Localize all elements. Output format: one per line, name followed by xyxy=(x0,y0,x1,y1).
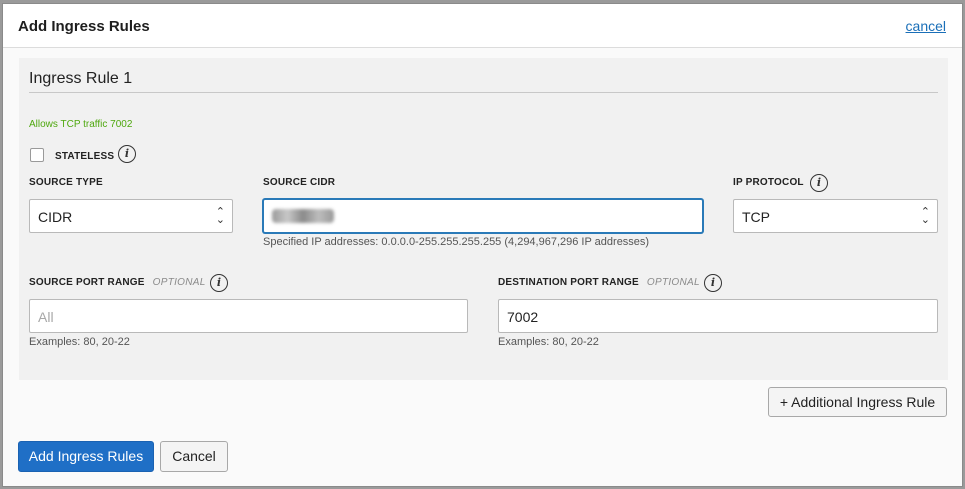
chevron-up-down-icon: ⌃ ⌄ xyxy=(215,206,225,226)
cancel-button[interactable]: Cancel xyxy=(160,441,228,472)
source-port-range-label-text: SOURCE PORT RANGE xyxy=(29,277,145,288)
source-port-range-input[interactable]: All xyxy=(29,299,468,333)
source-port-range-placeholder: All xyxy=(38,309,54,325)
destination-port-info-icon[interactable]: i xyxy=(704,274,722,292)
source-cidr-helper: Specified IP addresses: 0.0.0.0-255.255.… xyxy=(263,236,650,248)
destination-port-helper: Examples: 80, 20-22 xyxy=(498,336,599,348)
ingress-rule-panel: Ingress Rule 1 Allows TCP traffic 7002 S… xyxy=(19,58,948,380)
stateless-label: STATELESS xyxy=(55,151,115,162)
dialog-title: Add Ingress Rules xyxy=(18,18,150,35)
stateless-checkbox[interactable] xyxy=(30,148,44,162)
rule-divider xyxy=(29,92,938,93)
rule-title: Ingress Rule 1 xyxy=(29,70,133,87)
ip-protocol-info-icon[interactable]: i xyxy=(810,174,828,192)
destination-port-range-label: DESTINATION PORT RANGE OPTIONAL xyxy=(498,277,700,288)
cancel-link[interactable]: cancel xyxy=(906,18,946,34)
ip-protocol-value: TCP xyxy=(742,209,770,225)
destination-port-range-input[interactable]: 7002 xyxy=(498,299,938,333)
source-port-helper: Examples: 80, 20-22 xyxy=(29,336,130,348)
source-cidr-input[interactable] xyxy=(263,199,703,233)
source-port-range-label: SOURCE PORT RANGE OPTIONAL xyxy=(29,277,206,288)
rule-description: Allows TCP traffic 7002 xyxy=(29,119,133,130)
source-cidr-label: SOURCE CIDR xyxy=(263,177,336,188)
add-ingress-rules-dialog: Add Ingress Rules cancel Ingress Rule 1 … xyxy=(2,3,963,487)
ip-protocol-label: IP PROTOCOL xyxy=(733,177,804,188)
dialog-header: Add Ingress Rules cancel xyxy=(3,4,962,48)
destination-port-range-label-text: DESTINATION PORT RANGE xyxy=(498,277,639,288)
source-port-info-icon[interactable]: i xyxy=(210,274,228,292)
add-ingress-rules-button[interactable]: Add Ingress Rules xyxy=(18,441,154,472)
source-type-select[interactable]: CIDR ⌃ ⌄ xyxy=(29,199,233,233)
redacted-cidr-value xyxy=(272,209,334,223)
destination-port-range-value: 7002 xyxy=(507,309,539,325)
source-type-value: CIDR xyxy=(38,209,73,225)
ip-protocol-select[interactable]: TCP ⌃ ⌄ xyxy=(733,199,938,233)
add-additional-ingress-rule-button[interactable]: + Additional Ingress Rule xyxy=(768,387,947,417)
chevron-up-down-icon: ⌃ ⌄ xyxy=(920,206,930,226)
stateless-info-icon[interactable]: i xyxy=(118,145,136,163)
source-type-label: SOURCE TYPE xyxy=(29,177,103,188)
source-port-optional-tag: OPTIONAL xyxy=(152,277,206,288)
destination-port-optional-tag: OPTIONAL xyxy=(646,277,700,288)
